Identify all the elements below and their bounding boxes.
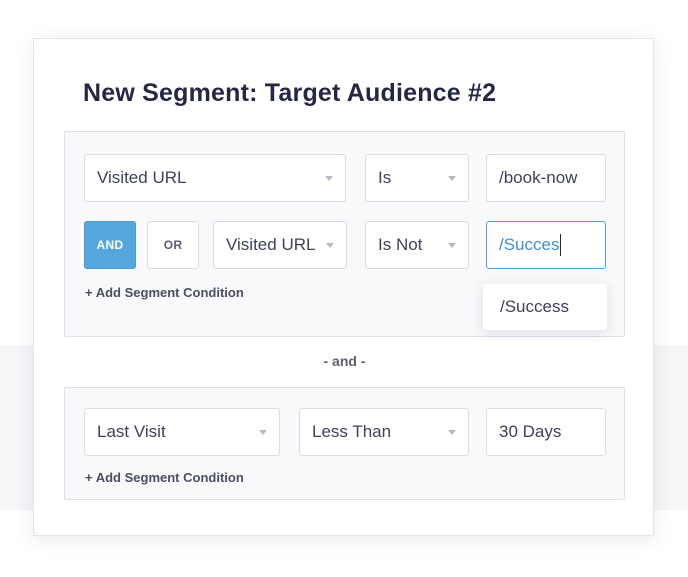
and-button[interactable]: AND (84, 221, 136, 269)
value-input-1[interactable]: /book-now (486, 154, 606, 202)
operator-select-2[interactable]: Is Not (365, 221, 469, 269)
page-title: New Segment: Target Audience #2 (83, 79, 497, 107)
add-segment-condition-link-1[interactable]: + Add Segment Condition (85, 285, 244, 300)
value-input-2[interactable]: /Succes (486, 221, 606, 269)
field-select-2[interactable]: Visited URL (213, 221, 347, 269)
operator-select-3-value: Less Than (312, 422, 392, 441)
text-cursor (560, 234, 562, 256)
chevron-down-icon (448, 430, 456, 435)
autocomplete-suggestion[interactable]: /Success (483, 284, 607, 330)
segment-editor-card: New Segment: Target Audience #2 Visited … (33, 38, 654, 536)
value-input-1-text: /book-now (499, 168, 578, 187)
field-select-2-value: Visited URL (226, 235, 316, 254)
operator-select-1-value: Is (378, 168, 392, 187)
operator-select-3[interactable]: Less Than (299, 408, 469, 456)
operator-select-2-value: Is Not (378, 235, 423, 254)
field-select-1[interactable]: Visited URL (84, 154, 346, 202)
group-connector: - and - (323, 353, 366, 369)
add-segment-condition-link-2[interactable]: + Add Segment Condition (85, 470, 244, 485)
field-select-3[interactable]: Last Visit (84, 408, 280, 456)
value-input-3-text: 30 Days (499, 422, 562, 441)
value-input-3[interactable]: 30 Days (486, 408, 606, 456)
field-select-1-value: Visited URL (97, 168, 187, 187)
operator-select-1[interactable]: Is (365, 154, 469, 202)
chevron-down-icon (448, 243, 456, 248)
field-select-3-value: Last Visit (97, 422, 166, 441)
chevron-down-icon (448, 176, 456, 181)
condition-group-2: Last Visit Less Than 30 Days + Add Segme… (64, 387, 625, 500)
chevron-down-icon (259, 430, 267, 435)
or-button[interactable]: OR (147, 221, 199, 269)
chevron-down-icon (326, 243, 334, 248)
chevron-down-icon (325, 176, 333, 181)
value-input-2-text: /Succes (499, 235, 560, 254)
